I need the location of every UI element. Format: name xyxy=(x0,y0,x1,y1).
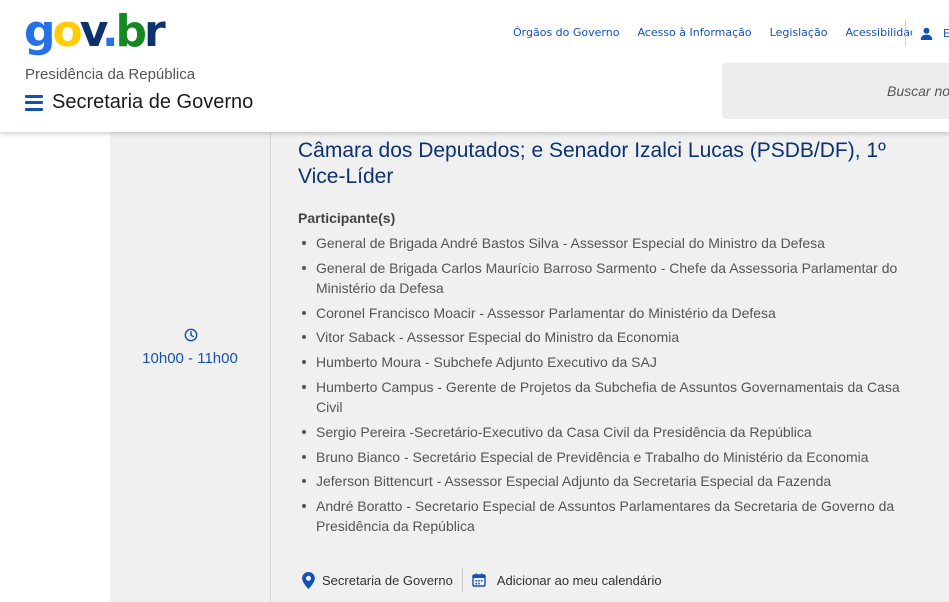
event-time: 10h00 - 11h00 xyxy=(142,350,238,367)
calendar-icon[interactable] xyxy=(472,573,486,587)
login-label: E xyxy=(943,26,949,40)
site-title[interactable]: Secretaria de Governo xyxy=(52,91,253,114)
add-to-calendar-link[interactable]: Adicionar ao meu calendário xyxy=(497,573,662,588)
user-icon xyxy=(920,27,933,40)
menu-icon[interactable] xyxy=(25,94,43,111)
link-legislacao[interactable]: Legislação xyxy=(770,26,828,39)
participant-item: Sergio Pereira -Secretário-Executivo da … xyxy=(298,422,923,442)
login-button[interactable]: E xyxy=(912,18,949,48)
event-title-text: Câmara dos Deputados; e Senador Izalci L… xyxy=(298,139,886,188)
header-divider xyxy=(905,20,906,46)
event-time-column: 10h00 - 11h00 xyxy=(110,132,270,602)
participant-item: André Boratto - Secretario Especial de A… xyxy=(298,496,923,536)
participant-item: General de Brigada Carlos Maurício Barro… xyxy=(298,258,923,298)
search-box xyxy=(722,63,949,119)
participant-item: Humberto Campus - Gerente de Projetos da… xyxy=(298,377,923,417)
participant-item: General de Brigada André Bastos Silva - … xyxy=(298,233,923,253)
link-acesso-a-informacao[interactable]: Acesso à Informação xyxy=(637,26,751,39)
search-input[interactable] xyxy=(722,63,949,119)
link-orgaos-do-governo[interactable]: Órgãos do Governo xyxy=(513,26,619,39)
participant-item: Bruno Bianco - Secretário Especial de Pr… xyxy=(298,447,923,467)
participant-item: Humberto Moura - Subchefe Adjunto Execut… xyxy=(298,352,923,372)
participants-label: Participante(s) xyxy=(298,210,396,226)
event-footer: Secretaria de Governo Adicionar ao meu c… xyxy=(302,568,662,592)
participant-item: Jeferson Bittencurt - Assessor Especial … xyxy=(298,471,923,491)
organization-name: Presidência da República xyxy=(25,66,196,83)
site-header: gov.br Órgãos do Governo Acesso à Inform… xyxy=(0,0,949,132)
menu-row: Secretaria de Governo xyxy=(25,91,253,114)
top-links: Órgãos do Governo Acesso à Informação Le… xyxy=(513,26,942,39)
location-pin-icon xyxy=(302,571,315,589)
participant-item: Coronel Francisco Moacir - Assessor Parl… xyxy=(298,303,923,323)
govbr-logo[interactable]: gov.br xyxy=(24,6,166,58)
clock-icon xyxy=(184,328,198,342)
participants-list: General de Brigada André Bastos Silva - … xyxy=(298,233,923,541)
participant-item: Vitor Saback - Assessor Especial do Mini… xyxy=(298,327,923,347)
event-location: Secretaria de Governo xyxy=(322,572,453,588)
footer-divider xyxy=(461,568,463,592)
